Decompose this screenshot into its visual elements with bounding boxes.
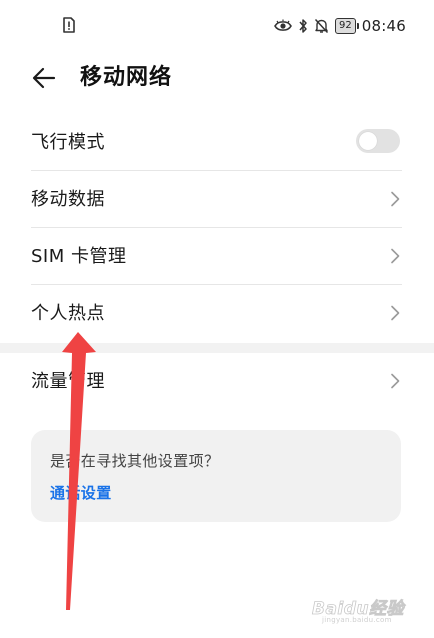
call-settings-link[interactable]: 通话设置 — [50, 482, 112, 503]
personal-hotspot-row[interactable]: 个人热点 — [0, 285, 434, 342]
battery-level: 92 — [339, 20, 352, 31]
chevron-right-icon — [391, 191, 400, 207]
suggestion-card: 是否在寻找其他设置项？ 通话设置 — [31, 430, 401, 522]
sim-management-row[interactable]: SIM 卡管理 — [0, 228, 434, 285]
watermark-url: jingyan.baidu.com — [322, 616, 392, 624]
data-usage-label: 流量管理 — [31, 371, 105, 392]
battery-icon: 92 — [335, 18, 359, 34]
airplane-mode-label: 飞行模式 — [31, 132, 105, 153]
toggle-knob — [359, 132, 377, 150]
chevron-right-icon — [391, 373, 400, 389]
status-icons: 92 08:46 — [274, 17, 406, 35]
suggestion-question: 是否在寻找其他设置项？ — [50, 452, 220, 470]
mute-bell-icon — [314, 18, 329, 34]
status-bar: 92 08:46 — [0, 0, 434, 52]
app-header: 移动网络 — [0, 52, 434, 104]
settings-list: 飞行模式 移动数据 SIM 卡管理 个人热点 — [0, 114, 434, 342]
airplane-mode-row[interactable]: 飞行模式 — [0, 114, 434, 171]
chevron-right-icon — [391, 305, 400, 321]
page-title: 移动网络 — [80, 65, 173, 90]
mobile-data-row[interactable]: 移动数据 — [0, 171, 434, 228]
baidu-watermark: Baidu经验 jingyan.baidu.com — [312, 588, 408, 624]
mobile-data-label: 移动数据 — [31, 189, 105, 210]
section-separator — [0, 343, 434, 353]
eye-comfort-icon — [274, 19, 292, 31]
airplane-mode-toggle[interactable] — [356, 129, 400, 153]
bluetooth-icon — [299, 19, 307, 33]
data-usage-row[interactable]: 流量管理 — [0, 353, 434, 410]
chevron-right-icon — [391, 248, 400, 264]
sim-alert-icon — [63, 17, 75, 33]
personal-hotspot-label: 个人热点 — [31, 303, 105, 324]
back-arrow-icon — [32, 67, 56, 89]
sim-management-label: SIM 卡管理 — [31, 246, 127, 267]
back-button[interactable] — [28, 62, 60, 94]
clock: 08:46 — [361, 17, 406, 35]
